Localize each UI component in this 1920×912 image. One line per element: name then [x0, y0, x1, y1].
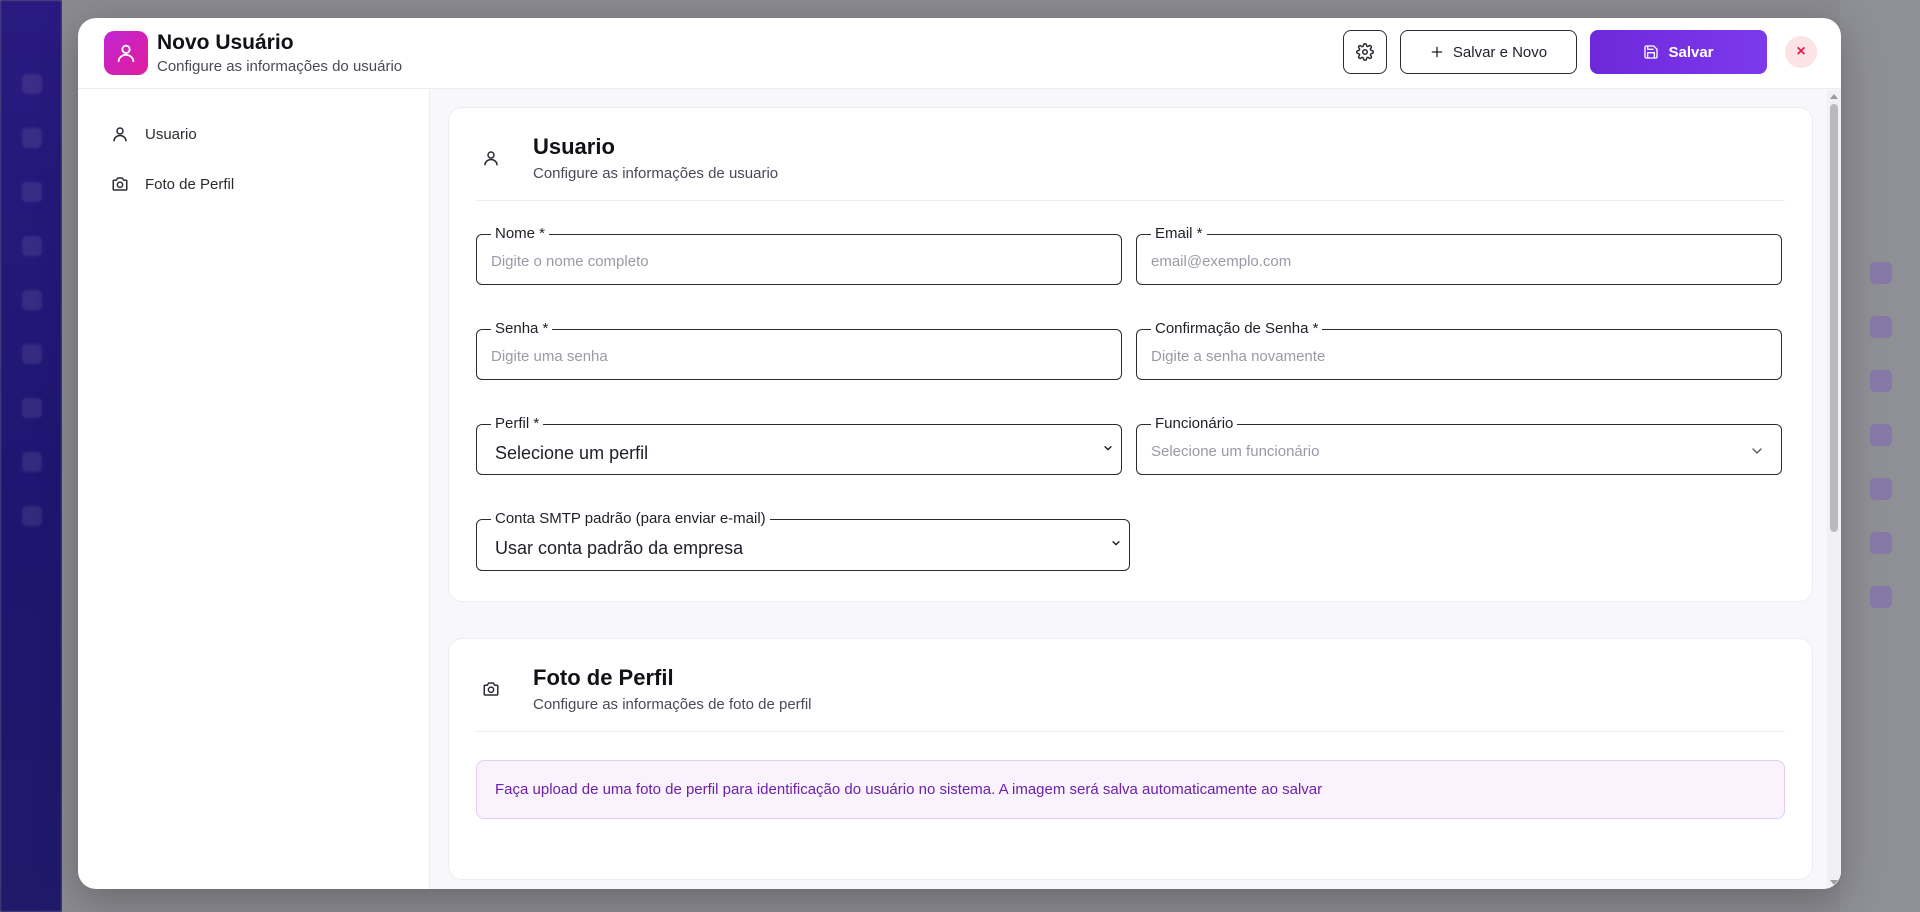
background-nav-icon	[22, 506, 42, 526]
background-row	[1870, 586, 1892, 608]
close-button[interactable]: ×	[1785, 36, 1817, 68]
nav-item-foto-de-perfil[interactable]: Foto de Perfil	[78, 159, 429, 209]
employee-select[interactable]: Funcionário Selecione um funcionário	[1136, 415, 1782, 475]
save-button[interactable]: Salvar	[1590, 30, 1767, 74]
field-label: Perfil *	[491, 415, 544, 433]
content-scrollbar[interactable]	[1827, 90, 1841, 889]
settings-button[interactable]	[1343, 30, 1387, 74]
new-user-modal: Novo Usuário Configure as informações do…	[78, 18, 1841, 889]
email-field[interactable]: Email * email@exemplo.com	[1136, 225, 1782, 285]
chevron-down-icon	[1749, 443, 1765, 459]
background-nav-icon	[22, 452, 42, 472]
save-icon	[1643, 44, 1659, 60]
background-sidebar	[0, 0, 62, 912]
background-row	[1870, 424, 1892, 446]
background-nav-icon	[22, 290, 42, 310]
save-label: Salvar	[1668, 43, 1714, 61]
profile-select[interactable]: Perfil * Selecione um perfil	[476, 415, 1122, 475]
selected-value: Usar conta padrão da empresa	[495, 538, 744, 558]
field-placeholder: Digite a senha novamente	[1151, 348, 1326, 365]
field-placeholder: Digite o nome completo	[491, 253, 649, 270]
field-label: Nome *	[491, 225, 550, 243]
user-icon	[104, 31, 148, 75]
field-label: Confirmação de Senha *	[1151, 320, 1323, 338]
section-subtitle: Configure as informações de foto de perf…	[533, 696, 812, 713]
background-row	[1870, 532, 1892, 554]
camera-icon	[111, 175, 131, 193]
section-nav: Usuario Foto de Perfil	[78, 89, 430, 889]
background-nav-icon	[22, 182, 42, 202]
background-row	[1870, 478, 1892, 500]
name-field[interactable]: Nome * Digite o nome completo	[476, 225, 1122, 285]
chevron-down-icon	[1103, 443, 1113, 453]
field-placeholder: email@exemplo.com	[1151, 253, 1292, 270]
password-confirm-field[interactable]: Confirmação de Senha * Digite a senha no…	[1136, 320, 1782, 380]
save-and-new-label: Salvar e Novo	[1452, 43, 1548, 61]
modal-title: Novo Usuário	[157, 31, 294, 54]
nav-item-label: Usuario	[145, 125, 197, 143]
field-label: Funcionário	[1151, 415, 1238, 433]
section-subtitle: Configure as informações de usuario	[533, 165, 779, 182]
background-row	[1870, 262, 1892, 284]
user-icon	[476, 149, 506, 167]
field-placeholder: Digite uma senha	[491, 348, 608, 365]
background-nav-icon	[22, 398, 42, 418]
gear-icon	[1356, 43, 1374, 61]
user-section: Usuario Configure as informações de usua…	[448, 107, 1813, 602]
field-label: Conta SMTP padrão (para enviar e-mail)	[491, 510, 770, 528]
section-title: Usuario	[533, 134, 615, 159]
nav-item-usuario[interactable]: Usuario	[78, 109, 429, 159]
scrollbar-thumb[interactable]	[1830, 104, 1838, 532]
modal-header: Novo Usuário Configure as informações do…	[78, 18, 1841, 89]
nav-item-label: Foto de Perfil	[145, 175, 235, 193]
background-nav-icon	[22, 128, 42, 148]
modal-subtitle: Configure as informações do usuário	[157, 58, 403, 75]
close-icon: ×	[1796, 43, 1806, 60]
background-nav-icon	[22, 74, 42, 94]
camera-icon	[476, 680, 506, 698]
field-placeholder: Selecione um funcionário	[1151, 443, 1320, 460]
scroll-up-icon[interactable]	[1830, 94, 1838, 99]
scroll-down-icon[interactable]	[1830, 880, 1838, 885]
field-label: Senha *	[491, 320, 553, 338]
background-nav-icon	[22, 344, 42, 364]
background-nav-icon	[22, 236, 42, 256]
background-row	[1870, 316, 1892, 338]
background-row	[1870, 370, 1892, 392]
chevron-down-icon	[1111, 538, 1121, 548]
save-and-new-button[interactable]: Salvar e Novo	[1400, 30, 1577, 74]
user-icon	[111, 125, 131, 143]
section-title: Foto de Perfil	[533, 665, 674, 690]
plus-icon	[1430, 45, 1444, 59]
photo-section: Foto de Perfil Configure as informações …	[448, 638, 1813, 880]
field-label: Email *	[1151, 225, 1207, 243]
info-text: Faça upload de uma foto de perfil para i…	[495, 781, 1323, 798]
smtp-account-select[interactable]: Conta SMTP padrão (para enviar e-mail) U…	[476, 510, 1130, 571]
password-field[interactable]: Senha * Digite uma senha	[476, 320, 1122, 380]
form-content: Usuario Configure as informações de usua…	[430, 89, 1841, 889]
selected-value: Selecione um perfil	[495, 443, 649, 463]
upload-info-message: Faça upload de uma foto de perfil para i…	[476, 760, 1785, 819]
background-list	[1840, 0, 1920, 912]
